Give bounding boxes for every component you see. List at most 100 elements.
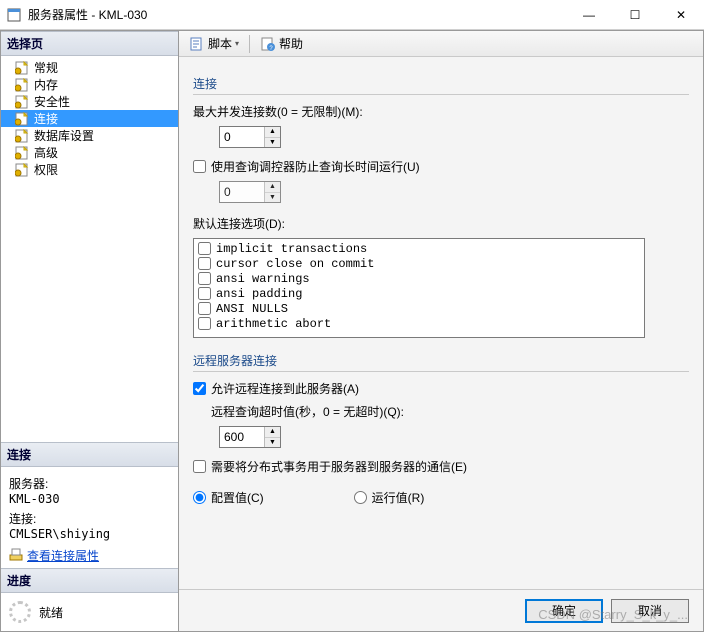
- max-conn-spinner[interactable]: ▲ ▼: [219, 126, 281, 148]
- list-item[interactable]: arithmetic abort: [198, 316, 640, 331]
- spin-up-icon[interactable]: ▲: [265, 127, 280, 138]
- list-item[interactable]: ANSI NULLS: [198, 301, 640, 316]
- spin-up-icon[interactable]: ▲: [265, 182, 280, 193]
- sidebar-item-label: 高级: [34, 144, 58, 161]
- window-controls: — ☐ ✕: [566, 0, 704, 29]
- title-bar: 服务器属性 - KML-030 — ☐ ✕: [0, 0, 704, 30]
- page-icon: [15, 112, 31, 126]
- chevron-down-icon[interactable]: ▾: [235, 39, 239, 48]
- minimize-button[interactable]: —: [566, 0, 612, 29]
- conn-label: 连接:: [9, 510, 170, 527]
- default-options-label: 默认连接选项(D):: [193, 215, 689, 232]
- help-button[interactable]: ? 帮助: [256, 33, 307, 54]
- config-value-radio-row[interactable]: 配置值(C): [193, 489, 264, 506]
- sidebar-item-security[interactable]: 安全性: [1, 93, 178, 110]
- governor-value-input[interactable]: [220, 182, 264, 202]
- running-value-radio-row[interactable]: 运行值(R): [354, 489, 425, 506]
- page-icon: [15, 61, 31, 75]
- option-label: ansi padding: [216, 287, 302, 301]
- main-pane: 脚本 ▾ ? 帮助 连接 最大并发连接数(0 = 无限制)(M): ▲ ▼: [179, 31, 703, 631]
- config-value-radio[interactable]: [193, 491, 206, 504]
- close-button[interactable]: ✕: [658, 0, 704, 29]
- dist-trans-label: 需要将分布式事务用于服务器到服务器的通信(E): [211, 458, 467, 475]
- spin-up-icon[interactable]: ▲: [265, 427, 280, 438]
- cancel-button[interactable]: 取消: [611, 599, 689, 623]
- connection-props-icon: [9, 547, 23, 564]
- sidebar-item-connections[interactable]: 连接: [1, 110, 178, 127]
- governor-value-spinner[interactable]: ▲ ▼: [219, 181, 281, 203]
- list-item[interactable]: ansi padding: [198, 286, 640, 301]
- running-value-radio[interactable]: [354, 491, 367, 504]
- option-checkbox[interactable]: [198, 302, 211, 315]
- toolbar-separator: [249, 35, 250, 53]
- page-tree: 常规 内存 安全性 连接 数据库设置 高级: [1, 56, 178, 442]
- page-icon: [15, 163, 31, 177]
- list-item[interactable]: implicit transactions: [198, 241, 640, 256]
- config-value-label: 配置值(C): [211, 489, 264, 506]
- sidebar-item-general[interactable]: 常规: [1, 59, 178, 76]
- spin-down-icon[interactable]: ▼: [265, 138, 280, 148]
- content-area: 连接 最大并发连接数(0 = 无限制)(M): ▲ ▼ 使用查询调控器防止查: [179, 57, 703, 589]
- window-title: 服务器属性 - KML-030: [28, 6, 147, 23]
- sidebar-item-database[interactable]: 数据库设置: [1, 127, 178, 144]
- ok-button[interactable]: 确定: [525, 599, 603, 623]
- page-icon: [15, 146, 31, 160]
- option-label: cursor close on commit: [216, 257, 374, 271]
- max-conn-input[interactable]: [220, 127, 264, 147]
- server-value: KML-030: [9, 492, 170, 506]
- script-button[interactable]: 脚本 ▾: [185, 33, 243, 54]
- option-label: ANSI NULLS: [216, 302, 288, 316]
- sidebar-item-label: 连接: [34, 110, 58, 127]
- option-label: arithmetic abort: [216, 317, 331, 331]
- conn-value: CMLSER\shiying: [9, 527, 170, 541]
- allow-remote-label: 允许远程连接到此服务器(A): [211, 380, 359, 397]
- script-icon: [189, 36, 205, 52]
- option-checkbox[interactable]: [198, 317, 211, 330]
- list-item[interactable]: cursor close on commit: [198, 256, 640, 271]
- option-checkbox[interactable]: [198, 287, 211, 300]
- sidebar-item-label: 权限: [34, 161, 58, 178]
- sidebar: 选择页 常规 内存 安全性 连接 数据库设置: [1, 31, 179, 631]
- option-checkbox[interactable]: [198, 242, 211, 255]
- option-checkbox[interactable]: [198, 272, 211, 285]
- help-label: 帮助: [279, 35, 303, 52]
- query-governor-checkbox[interactable]: [193, 160, 206, 173]
- sidebar-item-advanced[interactable]: 高级: [1, 144, 178, 161]
- spin-down-icon[interactable]: ▼: [265, 193, 280, 203]
- sidebar-item-label: 数据库设置: [34, 127, 94, 144]
- maximize-button[interactable]: ☐: [612, 0, 658, 29]
- help-icon: ?: [260, 36, 276, 52]
- option-checkbox[interactable]: [198, 257, 211, 270]
- sidebar-item-permissions[interactable]: 权限: [1, 161, 178, 178]
- option-label: ansi warnings: [216, 272, 310, 286]
- max-conn-label: 最大并发连接数(0 = 无限制)(M):: [193, 103, 689, 120]
- connections-group-title: 连接: [193, 75, 689, 95]
- page-icon: [15, 78, 31, 92]
- sidebar-item-memory[interactable]: 内存: [1, 76, 178, 93]
- remote-timeout-input[interactable]: [220, 427, 264, 447]
- ready-label: 就绪: [39, 604, 63, 621]
- connection-info: 服务器: KML-030 连接: CMLSER\shiying 查看连接属性: [1, 467, 178, 568]
- server-label: 服务器:: [9, 475, 170, 492]
- remote-timeout-label: 远程查询超时值(秒，0 = 无超时)(Q):: [211, 403, 689, 420]
- window-icon: [6, 7, 22, 23]
- dist-trans-checkbox[interactable]: [193, 460, 206, 473]
- query-governor-checkbox-row[interactable]: 使用查询调控器防止查询长时间运行(U): [193, 158, 689, 175]
- dist-trans-row[interactable]: 需要将分布式事务用于服务器到服务器的通信(E): [193, 458, 689, 475]
- sidebar-item-label: 安全性: [34, 93, 70, 110]
- view-connection-props-link[interactable]: 查看连接属性: [27, 547, 99, 564]
- spin-down-icon[interactable]: ▼: [265, 438, 280, 448]
- allow-remote-checkbox[interactable]: [193, 382, 206, 395]
- query-governor-label: 使用查询调控器防止查询长时间运行(U): [211, 158, 420, 175]
- option-label: implicit transactions: [216, 242, 367, 256]
- default-options-listbox[interactable]: implicit transactions cursor close on co…: [193, 238, 645, 338]
- connection-header: 连接: [1, 442, 178, 467]
- dialog-footer: 确定 取消: [179, 589, 703, 631]
- remote-timeout-spinner[interactable]: ▲ ▼: [219, 426, 281, 448]
- progress-header: 进度: [1, 568, 178, 593]
- progress-spinner-icon: [9, 601, 31, 623]
- list-item[interactable]: ansi warnings: [198, 271, 640, 286]
- allow-remote-row[interactable]: 允许远程连接到此服务器(A): [193, 380, 689, 397]
- progress-status: 就绪: [1, 593, 178, 631]
- running-value-label: 运行值(R): [372, 489, 425, 506]
